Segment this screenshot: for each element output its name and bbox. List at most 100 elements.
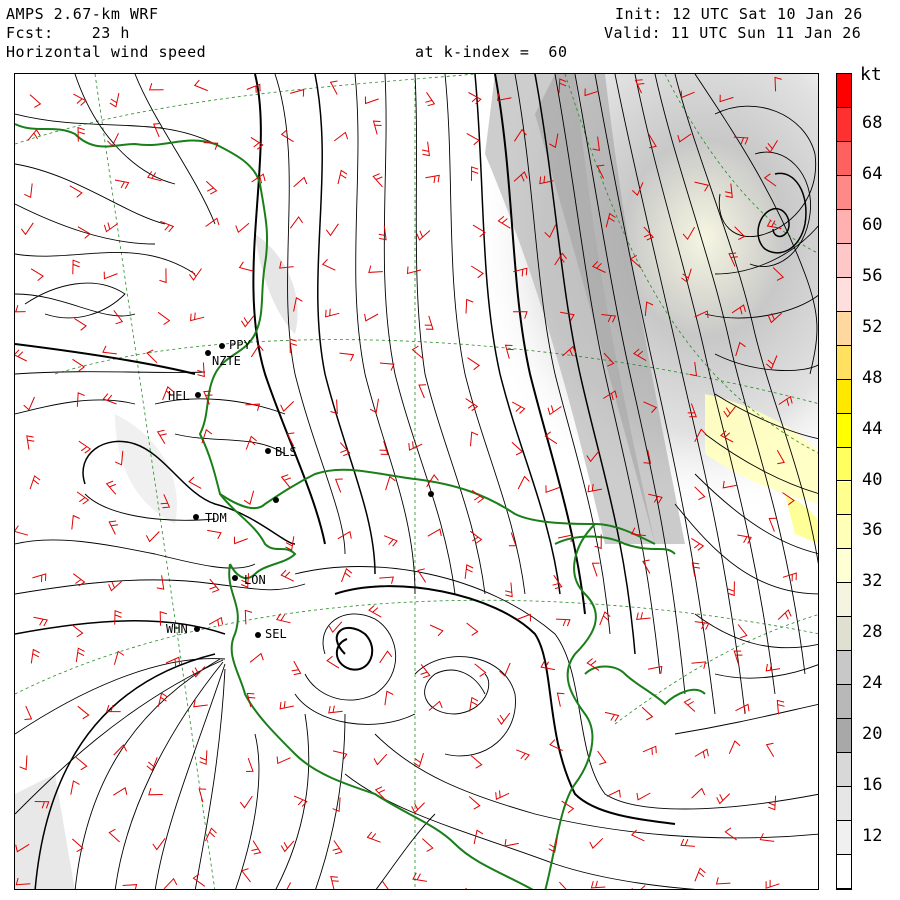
wind-barb (427, 528, 442, 537)
wind-barb (465, 398, 479, 412)
colorbar-segment (837, 583, 851, 618)
wind-map (14, 73, 819, 890)
wind-barb (384, 690, 394, 706)
wind-barb (24, 705, 33, 720)
station-hel-label: HEL (168, 389, 190, 403)
wind-barb (285, 536, 295, 551)
colorbar-tick-label: 56 (862, 265, 883, 286)
station-lon-label: LON (244, 573, 266, 587)
wind-barb (235, 222, 250, 234)
wind-barb (469, 696, 479, 712)
wind-barb (205, 827, 217, 842)
wind-barb (329, 80, 338, 95)
colorbar-segment (837, 107, 851, 142)
wind-barb (114, 179, 130, 189)
colorbar-segment (837, 651, 851, 686)
wind-barb (157, 311, 171, 326)
wind-barb (78, 440, 92, 454)
wind-barb (198, 788, 207, 803)
colorbar-tick-label: 64 (862, 163, 883, 184)
wind-barb (193, 699, 208, 708)
wind-barb (504, 839, 519, 847)
wind-barb (421, 141, 430, 157)
colorbar-segment (837, 549, 851, 584)
wind-barb (69, 185, 83, 198)
station-lon-dot (232, 575, 238, 581)
wind-barb (642, 745, 657, 755)
station-ppy-label: PPY (229, 338, 251, 352)
colorbar-segment (837, 787, 851, 822)
wind-barb (337, 530, 352, 540)
wind-barb (289, 216, 304, 229)
wind-barb (146, 757, 158, 772)
wind-barb (691, 537, 705, 551)
wind-barb (20, 222, 34, 236)
wind-barb (364, 96, 379, 105)
wind-barb (26, 435, 35, 450)
colorbar-segment (837, 209, 851, 244)
wind-barb (604, 711, 620, 722)
level-label: at k-index = 60 (415, 43, 568, 61)
colorbar-segment (837, 413, 851, 448)
wind-barb (102, 345, 117, 355)
wind-barb (379, 362, 395, 371)
wind-barb (156, 575, 165, 590)
colorbar-segment (837, 74, 851, 108)
wind-barb (27, 128, 41, 142)
model-title: AMPS 2.67-km WRF (6, 5, 159, 23)
station-sel-dot (255, 632, 261, 638)
wind-barb (148, 787, 163, 796)
wind-barb (209, 578, 220, 593)
wind-barb (417, 568, 427, 583)
station-whn-label: WHN (166, 622, 188, 636)
wind-barb (205, 180, 218, 195)
wind-barb (379, 576, 394, 584)
wind-barb (321, 258, 336, 271)
colorbar-segment (837, 175, 851, 210)
wind-barb (499, 662, 511, 677)
station-nzte-dot (205, 350, 211, 356)
wind-barb (333, 131, 349, 142)
wind-barb (145, 531, 160, 543)
wind-barb (330, 876, 339, 889)
wind-barb (368, 605, 382, 618)
wind-barb (691, 787, 706, 799)
wind-barb (75, 647, 85, 663)
wind-barb (233, 536, 248, 545)
wind-barb (636, 792, 651, 801)
colorbar-tick-label: 60 (862, 214, 883, 235)
wind-barb (29, 94, 42, 108)
wind-barb (467, 357, 481, 371)
wind-barb (30, 268, 44, 281)
wind-barb (470, 755, 483, 769)
wind-barb (466, 622, 479, 636)
wind-barb (372, 120, 382, 135)
wind-barb (373, 753, 388, 766)
wind-barb (238, 261, 254, 272)
wind-barb (23, 396, 35, 411)
wind-barb (727, 581, 735, 597)
wind-barb (244, 609, 253, 625)
wind-barb (464, 564, 474, 579)
wind-barb (33, 616, 48, 627)
colorbar-segment (837, 821, 851, 856)
wind-barb (337, 169, 348, 185)
wind-barb (280, 840, 295, 853)
wind-barb (504, 582, 513, 598)
forecast-hour: Fcst: 23 h (6, 24, 130, 42)
wind-barb (325, 308, 340, 318)
station-bls-dot (265, 448, 271, 454)
wind-barb (465, 298, 474, 314)
wind-barb (74, 317, 87, 331)
wind-barb (591, 562, 600, 577)
wind-barb (152, 838, 166, 851)
wind-barb (250, 344, 264, 358)
wind-barb (205, 217, 220, 227)
wind-barb (470, 431, 479, 447)
wind-barb (383, 535, 398, 547)
wind-barb (103, 271, 118, 280)
wind-barb (737, 624, 748, 639)
wind-barb (733, 650, 743, 665)
wind-barb (239, 795, 253, 809)
colorbar-segment (837, 481, 851, 516)
